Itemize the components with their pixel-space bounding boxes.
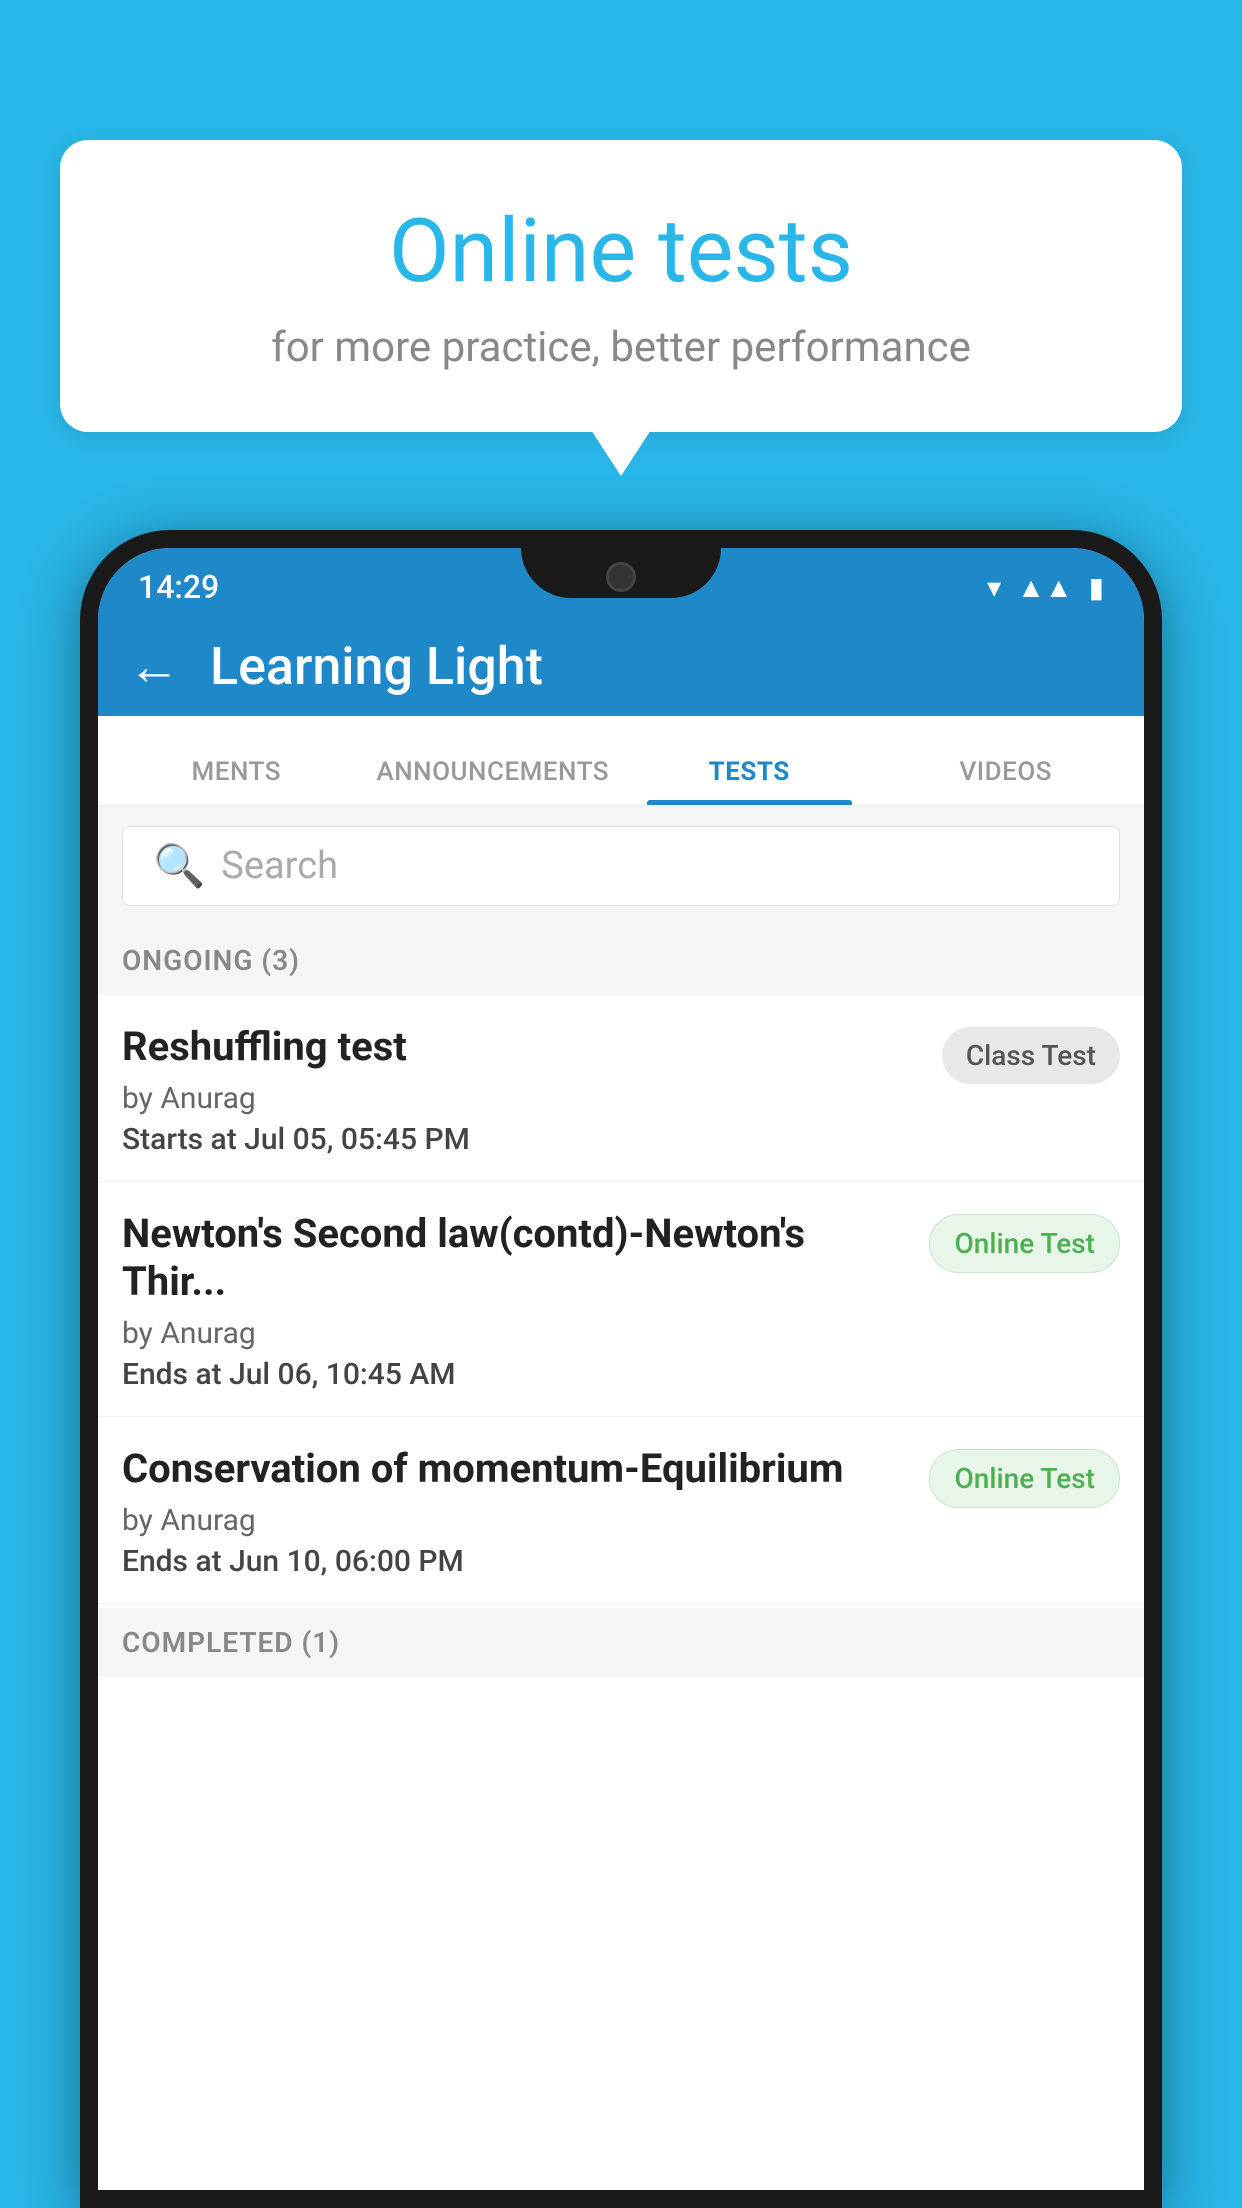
tab-announcements[interactable]: ANNOUNCEMENTS — [365, 757, 622, 805]
battery-icon: ▮ — [1089, 571, 1104, 604]
bubble-title: Online tests — [140, 200, 1102, 303]
test-info: Conservation of momentum-Equilibrium by … — [122, 1445, 913, 1579]
test-info: Newton's Second law(contd)-Newton's Thir… — [122, 1210, 913, 1392]
test-info: Reshuffling test by Anurag Starts at Jul… — [122, 1023, 926, 1157]
test-list: Reshuffling test by Anurag Starts at Jul… — [98, 995, 1144, 1604]
tab-tests[interactable]: TESTS — [621, 757, 878, 805]
search-placeholder: Search — [221, 844, 338, 888]
test-badge: Online Test — [929, 1214, 1120, 1273]
completed-section-title: COMPLETED (1) — [122, 1626, 340, 1659]
test-badge: Online Test — [929, 1449, 1120, 1508]
phone-frame: 14:29 ▾ ▲▲ ▮ ← Learning Light MENTS ANNO… — [80, 530, 1162, 2208]
tab-ments[interactable]: MENTS — [108, 757, 365, 805]
ongoing-section-title: ONGOING (3) — [122, 944, 300, 977]
test-name: Reshuffling test — [122, 1023, 926, 1071]
tab-videos[interactable]: VIDEOS — [878, 757, 1135, 805]
test-time: Ends at Jul 06, 10:45 AM — [122, 1357, 913, 1392]
tabs-bar: MENTS ANNOUNCEMENTS TESTS VIDEOS — [98, 716, 1144, 806]
test-author: by Anurag — [122, 1316, 913, 1351]
status-icons: ▾ ▲▲ ▮ — [987, 571, 1104, 604]
bubble-subtitle: for more practice, better performance — [140, 323, 1102, 372]
test-name: Conservation of momentum-Equilibrium — [122, 1445, 913, 1493]
ongoing-section-header: ONGOING (3) — [98, 926, 1144, 995]
test-time: Ends at Jun 10, 06:00 PM — [122, 1544, 913, 1579]
completed-section-header: COMPLETED (1) — [98, 1608, 1144, 1677]
search-icon: 🔍 — [153, 842, 205, 891]
test-author: by Anurag — [122, 1081, 926, 1116]
test-time: Starts at Jul 05, 05:45 PM — [122, 1122, 926, 1157]
app-title: Learning Light — [210, 636, 543, 697]
test-item[interactable]: Conservation of momentum-Equilibrium by … — [98, 1417, 1144, 1604]
signal-icon: ▲▲ — [1017, 571, 1072, 604]
test-name: Newton's Second law(contd)-Newton's Thir… — [122, 1210, 913, 1306]
test-badge: Class Test — [942, 1027, 1120, 1084]
search-input[interactable]: 🔍 Search — [122, 826, 1120, 906]
test-item[interactable]: Newton's Second law(contd)-Newton's Thir… — [98, 1182, 1144, 1417]
wifi-icon: ▾ — [987, 571, 1001, 604]
phone-notch-camera — [606, 562, 636, 592]
speech-bubble-container: Online tests for more practice, better p… — [60, 140, 1182, 432]
speech-bubble: Online tests for more practice, better p… — [60, 140, 1182, 432]
status-time: 14:29 — [138, 568, 219, 606]
phone-inner: 14:29 ▾ ▲▲ ▮ ← Learning Light MENTS ANNO… — [98, 548, 1144, 2190]
phone-notch — [521, 548, 721, 598]
back-button[interactable]: ← — [128, 636, 180, 697]
search-container: 🔍 Search — [98, 806, 1144, 926]
test-author: by Anurag — [122, 1503, 913, 1538]
app-header: ← Learning Light — [98, 616, 1144, 716]
test-item[interactable]: Reshuffling test by Anurag Starts at Jul… — [98, 995, 1144, 1182]
